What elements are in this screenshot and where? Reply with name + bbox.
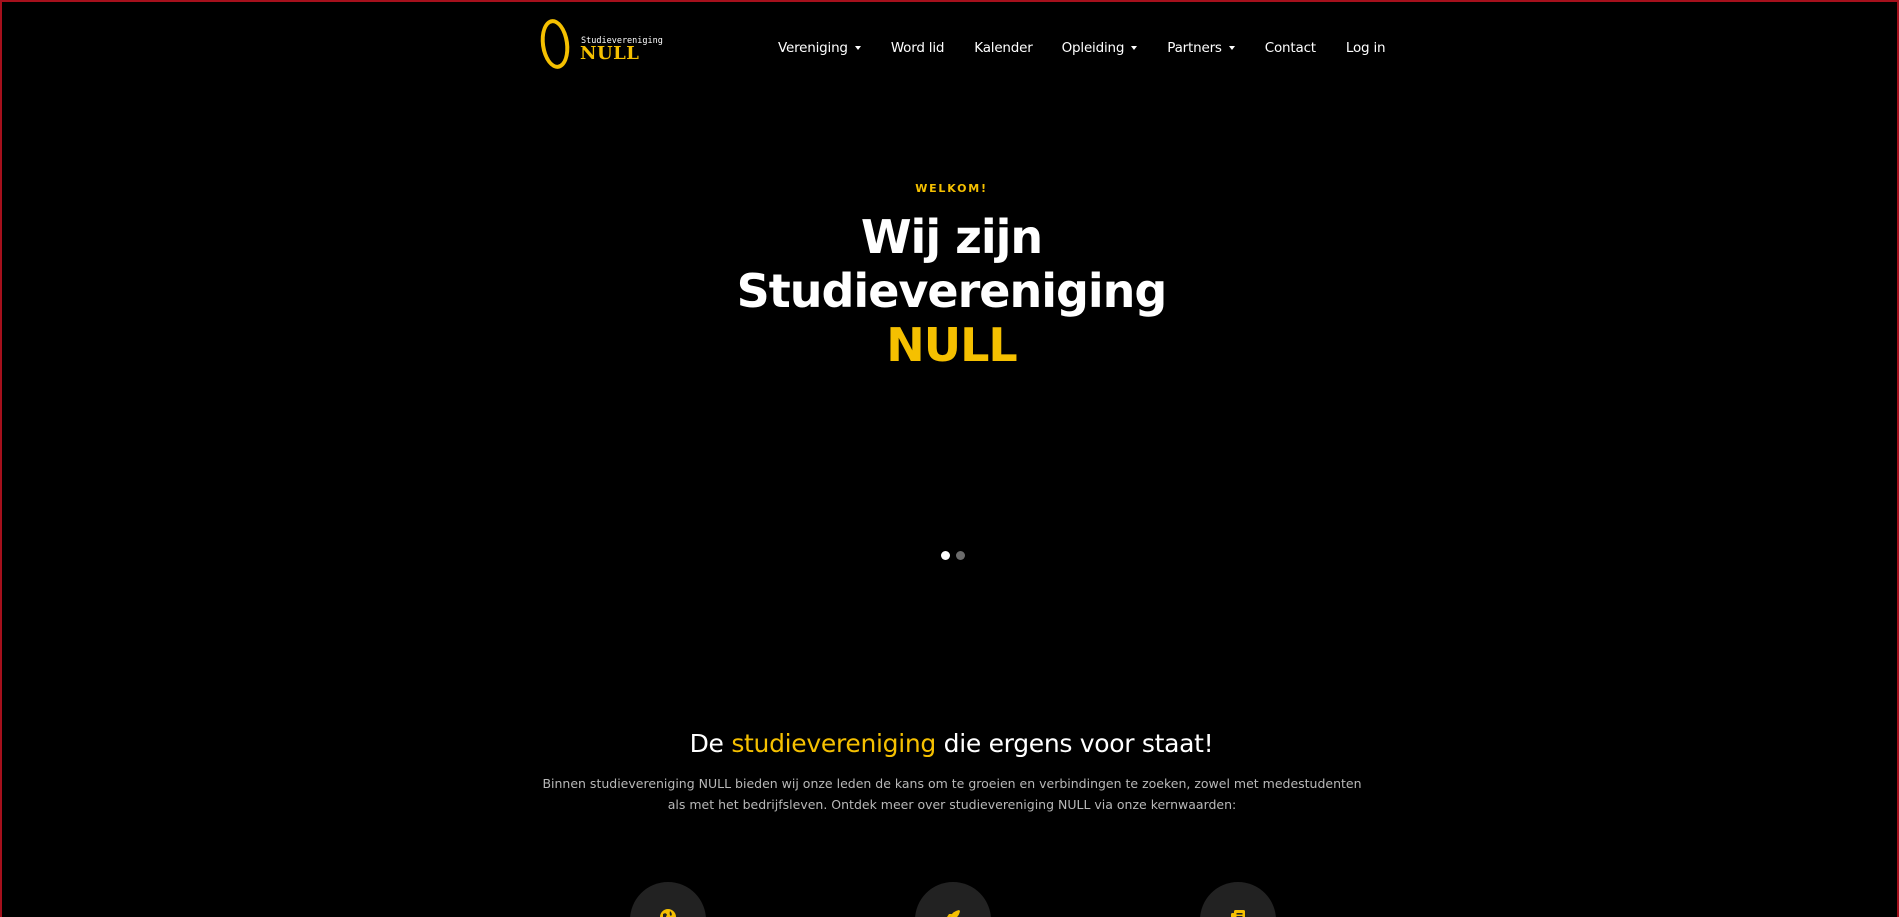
nav-item-login[interactable]: Log in [1346, 40, 1386, 56]
intro-heading: De studievereniging die ergens voor staa… [2, 729, 1897, 758]
rocket-icon [947, 910, 960, 917]
nav-item-vereniging[interactable]: Vereniging [778, 40, 861, 56]
nav-item-label: Vereniging [778, 40, 848, 56]
caret-down-icon [854, 46, 861, 50]
site-logo[interactable]: Studievereniging NULL [537, 17, 663, 77]
hero-title: Wij zijn Studievereniging NULL [2, 210, 1897, 372]
intro-heading-highlight: studievereniging [731, 729, 936, 758]
hero-kicker: WELKOM! [915, 182, 988, 195]
nav-item-label: Partners [1167, 40, 1222, 56]
caret-down-icon [1131, 46, 1138, 50]
nav-item-label: Kalender [974, 40, 1033, 56]
intro-heading-post: die ergens voor staat! [943, 729, 1214, 758]
hero-title-line1: Wij zijn [860, 210, 1043, 264]
nav-item-opleiding[interactable]: Opleiding [1062, 40, 1138, 56]
value-circle-document [1200, 882, 1276, 917]
main-nav: Vereniging Word lid Kalender Opleiding P… [778, 38, 1386, 58]
value-circle-globe [630, 882, 706, 917]
nav-item-word-lid[interactable]: Word lid [890, 40, 945, 56]
carousel-dot-1[interactable] [941, 551, 950, 560]
page-frame: Studievereniging NULL Vereniging Word li… [0, 0, 1899, 917]
hero-title-highlight: NULL [886, 318, 1017, 372]
carousel-indicators [941, 551, 971, 560]
caret-down-icon [1228, 46, 1235, 50]
nav-item-label: Opleiding [1061, 40, 1125, 56]
document-icon [1231, 910, 1245, 917]
intro-text: Binnen studievereniging NULL bieden wij … [542, 776, 1362, 812]
nav-item-label: Contact [1264, 40, 1316, 56]
logo-big-text: NULL [580, 43, 640, 64]
logo-o-mark [537, 17, 573, 71]
carousel-dot-2[interactable] [956, 551, 965, 560]
globe-icon [660, 909, 676, 917]
value-circle-rocket [915, 882, 991, 917]
intro-heading-pre: De [689, 729, 724, 758]
nav-item-label: Word lid [890, 40, 945, 56]
nav-item-kalender[interactable]: Kalender [974, 40, 1033, 56]
nav-item-label: Log in [1345, 40, 1386, 56]
hero-title-line2: Studievereniging [736, 264, 1168, 318]
nav-item-contact[interactable]: Contact [1265, 40, 1316, 56]
nav-item-partners[interactable]: Partners [1167, 40, 1235, 56]
